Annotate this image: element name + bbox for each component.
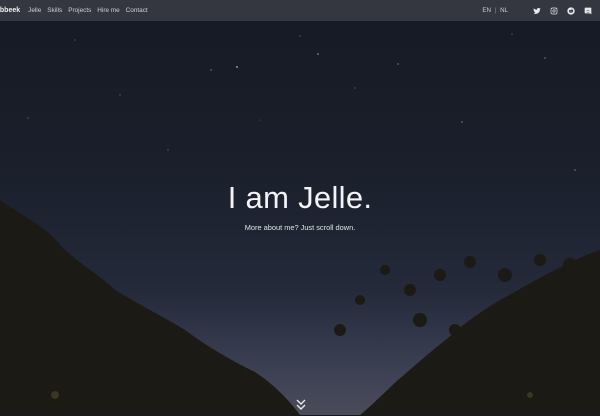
nav-link-hire-me[interactable]: Hire me xyxy=(97,7,119,14)
language-separator: | xyxy=(494,7,497,14)
language-switcher: EN | NL xyxy=(482,7,508,14)
brand-name[interactable]: ebbeek xyxy=(0,7,20,14)
hero-subtitle: More about me? Just scroll down. xyxy=(244,223,356,232)
nav-right: EN | NL xyxy=(482,6,592,15)
discord-icon[interactable] xyxy=(584,7,592,15)
scroll-down-chevron-icon[interactable] xyxy=(296,398,306,410)
top-navbar: ebbeek Jelle Skills Projects Hire me Con… xyxy=(0,0,600,21)
hero-title: I am Jelle. xyxy=(227,180,373,215)
instagram-icon[interactable] xyxy=(550,7,558,15)
nav-links: Jelle Skills Projects Hire me Contact xyxy=(28,7,154,14)
twitter-icon[interactable] xyxy=(533,7,541,15)
nav-link-projects[interactable]: Projects xyxy=(68,7,91,14)
nav-link-skills[interactable]: Skills xyxy=(47,7,62,14)
language-nl[interactable]: NL xyxy=(500,7,508,14)
language-en[interactable]: EN xyxy=(482,7,491,14)
social-links xyxy=(524,6,592,15)
nav-link-jelle[interactable]: Jelle xyxy=(28,7,41,14)
reddit-icon[interactable] xyxy=(567,6,575,15)
nav-link-contact[interactable]: Contact xyxy=(126,7,148,14)
